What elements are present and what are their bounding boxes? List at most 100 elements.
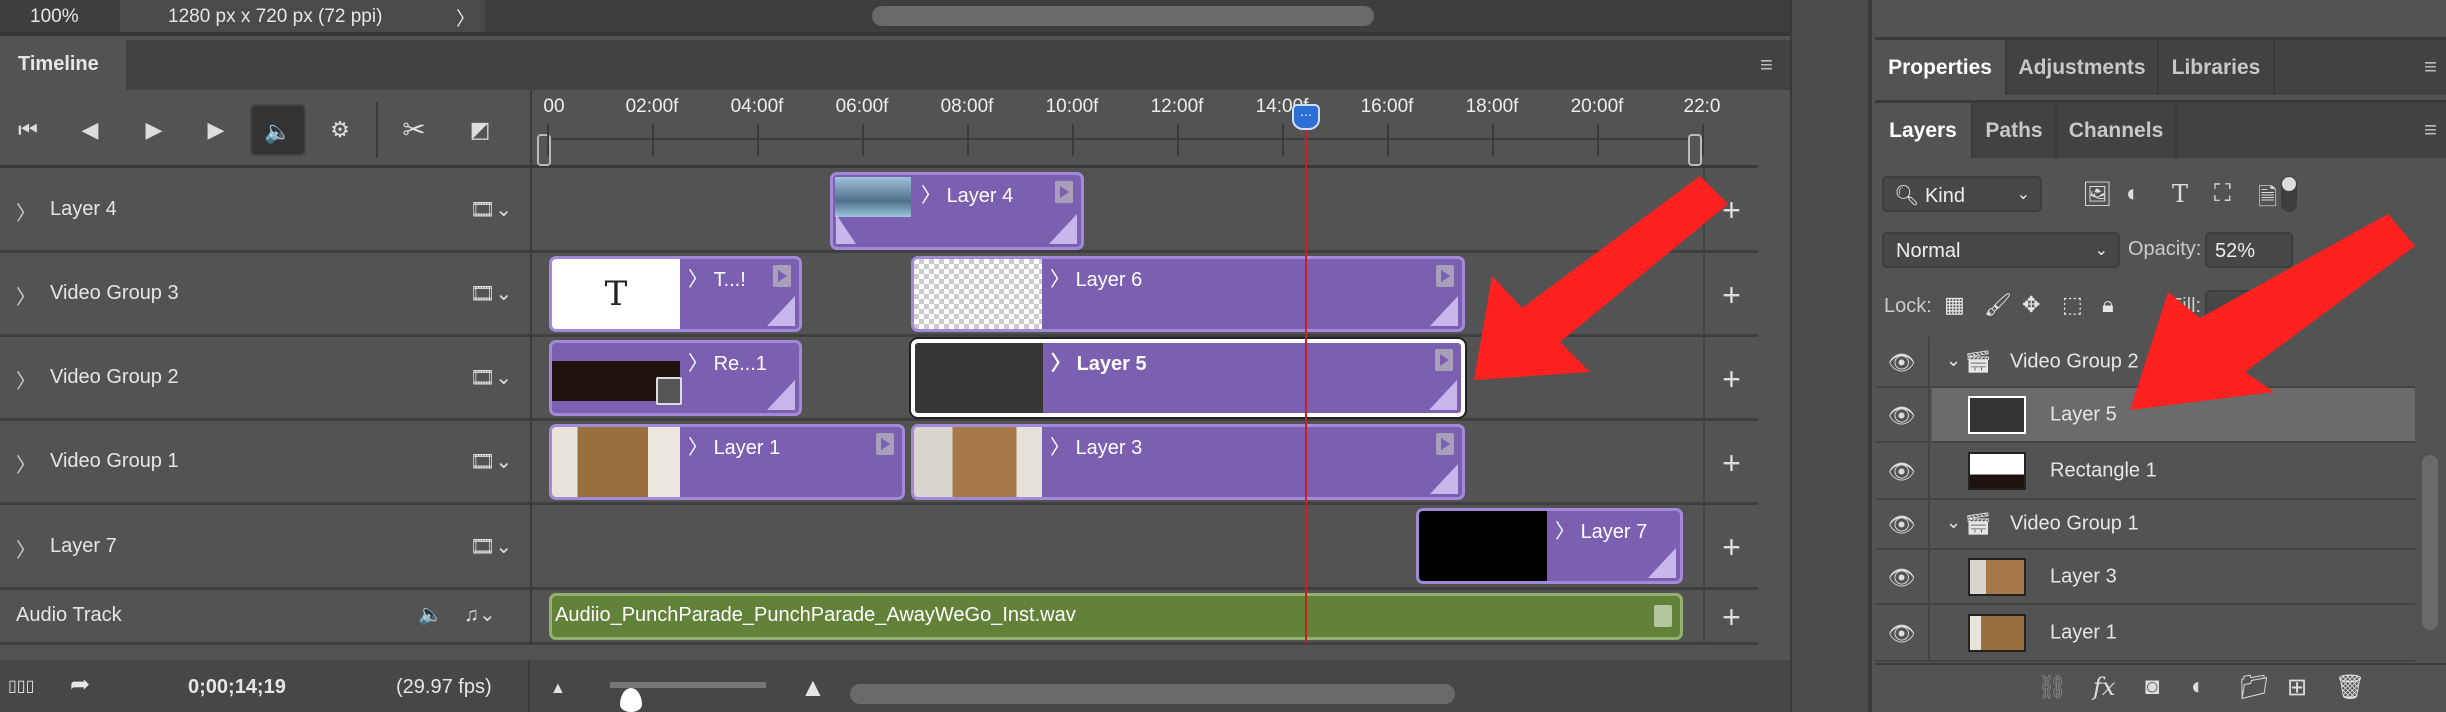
- layer-name[interactable]: Rectangle 1: [2050, 459, 2157, 482]
- visibility-eye-icon[interactable]: 👁︎: [1875, 443, 1930, 498]
- visibility-eye-icon[interactable]: 👁︎: [1875, 388, 1930, 441]
- panel-menu-icon[interactable]: ≡: [2424, 54, 2437, 80]
- layer-row-content[interactable]: ⌄ 🎬︎ Video Group 2: [1932, 337, 2415, 386]
- clip-layer-5-selected[interactable]: 〉 Layer 5: [911, 339, 1465, 417]
- layer-row[interactable]: 👁︎ Layer 1: [1875, 605, 2415, 662]
- layer-name[interactable]: Layer 5: [2050, 403, 2117, 426]
- clip-layer-4[interactable]: 〉 Layer 4: [830, 172, 1084, 250]
- film-icon[interactable]: 🎞︎⌄: [470, 534, 512, 559]
- add-media-plus-icon[interactable]: +: [1703, 505, 1758, 590]
- layers-scrollbar[interactable]: [2422, 455, 2438, 630]
- lock-transparency-icon[interactable]: ▦: [1944, 292, 1965, 318]
- clip-layer-1[interactable]: 〉 Layer 1: [549, 424, 905, 500]
- document-info[interactable]: 1280 px x 720 px (72 ppi) 〉: [120, 0, 485, 32]
- add-media-plus-icon[interactable]: +: [1703, 421, 1758, 505]
- clip-play-icon[interactable]: [773, 265, 791, 287]
- fade-out-handle[interactable]: [1430, 464, 1458, 494]
- layer-row[interactable]: 👁︎ Layer 5: [1875, 388, 2415, 443]
- music-note-icon[interactable]: ♫⌄: [464, 602, 496, 627]
- panel-menu-icon[interactable]: ≡: [2424, 117, 2437, 143]
- layer-row[interactable]: 👁︎ ⌄ 🎬︎ Video Group 1: [1875, 500, 2415, 550]
- add-media-plus-icon[interactable]: +: [1703, 168, 1758, 253]
- timeline-scrollbar[interactable]: [850, 684, 1455, 704]
- lock-artboard-icon[interactable]: ⬚: [2062, 292, 2083, 318]
- tab-properties[interactable]: Properties: [1875, 40, 2007, 95]
- shape-layer-filter-icon[interactable]: ⛶: [2214, 180, 2231, 208]
- split-scissors-icon[interactable]: ✂: [396, 112, 432, 148]
- collapse-chevron-icon[interactable]: ⌄: [1946, 350, 1961, 371]
- layer-row[interactable]: 👁︎ ⌄ 🎬︎ Video Group 2: [1875, 337, 2415, 388]
- zoom-slider-thumb[interactable]: [620, 688, 642, 712]
- collapse-chevron-icon[interactable]: ⌄: [1946, 512, 1961, 533]
- layer-name[interactable]: Layer 3: [2050, 565, 2117, 588]
- type-layer-filter-icon[interactable]: T: [2172, 180, 2188, 208]
- layer-name[interactable]: Video Group 2: [2010, 350, 2139, 373]
- delete-trash-icon[interactable]: 🗑︎: [2335, 673, 2365, 702]
- expand-chevron-icon[interactable]: 〉: [16, 534, 36, 563]
- previous-frame-icon[interactable]: ◀︎: [72, 112, 108, 148]
- expand-chevron-icon[interactable]: 〉: [16, 365, 36, 394]
- expand-chevron-icon[interactable]: 〉: [16, 197, 36, 226]
- fade-out-handle[interactable]: [1049, 214, 1077, 244]
- clip-play-icon[interactable]: [1055, 181, 1073, 203]
- track-lane[interactable]: [530, 168, 1703, 253]
- lock-all-icon[interactable]: 🔒︎: [2102, 292, 2114, 318]
- fill-input[interactable]: [2205, 290, 2293, 324]
- layer-mask-icon[interactable]: ◙: [2145, 673, 2160, 701]
- playhead-handle[interactable]: ⋯: [1292, 104, 1320, 130]
- clip-play-icon[interactable]: [1436, 433, 1454, 455]
- tab-paths[interactable]: Paths: [1973, 103, 2057, 158]
- clip-layer-6[interactable]: 〉 Layer 6: [911, 256, 1465, 332]
- clip-layer-7[interactable]: 〉 Layer 7: [1416, 508, 1683, 584]
- expand-chevron-icon[interactable]: 〉: [16, 449, 36, 478]
- zoom-slider-track[interactable]: [610, 682, 766, 688]
- tab-libraries[interactable]: Libraries: [2159, 40, 2275, 95]
- fx-icon[interactable]: fx: [2093, 673, 2115, 701]
- tab-channels[interactable]: Channels: [2057, 103, 2177, 158]
- blend-mode-dropdown[interactable]: Normal ⌄: [1882, 232, 2120, 268]
- play-icon[interactable]: ▶: [136, 112, 172, 148]
- clip-play-icon[interactable]: [1654, 605, 1672, 627]
- zoom-level[interactable]: 100%: [30, 6, 79, 28]
- clip-play-icon[interactable]: [1435, 349, 1453, 371]
- time-ruler[interactable]: 00 02:00f 04:00f 06:00f 08:00f 10:00f 12:00f 14…: [530, 90, 1758, 168]
- fade-out-handle[interactable]: [767, 380, 795, 410]
- fade-out-handle[interactable]: [767, 296, 795, 326]
- film-icon[interactable]: 🎞︎⌄: [470, 365, 512, 390]
- layer-row-content[interactable]: ⌄ 🎬︎ Video Group 1: [1932, 500, 2415, 548]
- visibility-eye-icon[interactable]: 👁︎: [1875, 500, 1930, 548]
- film-icon[interactable]: 🎞︎⌄: [470, 449, 512, 474]
- fade-out-handle[interactable]: [1429, 380, 1457, 410]
- chevron-right-icon[interactable]: 〉: [456, 4, 475, 31]
- audio-clip[interactable]: Audiio_PunchParade_PunchParade_AwayWeGo_…: [549, 593, 1683, 640]
- adjustment-layer-icon[interactable]: ◐: [2191, 673, 2206, 701]
- layer-row[interactable]: 👁︎ Layer 3: [1875, 550, 2415, 605]
- pixel-layer-filter-icon[interactable]: 🖼︎: [2082, 180, 2112, 209]
- layer-row-content[interactable]: Rectangle 1: [1932, 443, 2415, 498]
- tab-layers[interactable]: Layers: [1875, 103, 1973, 158]
- adjustment-layer-filter-icon[interactable]: ◐: [2126, 180, 2141, 208]
- layer-name[interactable]: Layer 1: [2050, 621, 2117, 644]
- filter-kind-dropdown[interactable]: 🔍︎ Kind ⌄: [1882, 176, 2042, 212]
- settings-gear-icon[interactable]: ⚙: [322, 112, 358, 148]
- next-frame-icon[interactable]: ▶︎: [198, 112, 234, 148]
- lock-pixels-brush-icon[interactable]: 🖌︎: [1984, 292, 2012, 318]
- new-group-folder-icon[interactable]: 📁︎: [2239, 673, 2269, 702]
- add-media-plus-icon[interactable]: +: [1703, 337, 1758, 421]
- fade-out-handle[interactable]: [1648, 548, 1676, 578]
- panel-menu-icon[interactable]: ≡: [1760, 52, 1773, 78]
- zoom-in-icon[interactable]: ▲: [800, 672, 826, 703]
- mute-audio-icon[interactable]: 🔈: [250, 104, 306, 156]
- visibility-eye-icon[interactable]: 👁︎: [1875, 550, 1930, 603]
- add-media-plus-icon[interactable]: +: [1703, 253, 1758, 337]
- visibility-eye-icon[interactable]: 👁︎: [1875, 605, 1930, 660]
- smart-object-filter-icon[interactable]: 🗎: [2258, 180, 2277, 221]
- fade-out-handle[interactable]: [1430, 296, 1458, 326]
- work-area-end-handle[interactable]: [1688, 134, 1702, 166]
- new-layer-icon[interactable]: ⊞: [2287, 673, 2307, 702]
- layer-row-content[interactable]: Layer 5: [1932, 388, 2415, 441]
- opacity-input[interactable]: 52%: [2205, 232, 2293, 268]
- lock-position-icon[interactable]: ✥: [2022, 292, 2040, 318]
- audio-mute-icon[interactable]: 🔈: [418, 602, 443, 627]
- go-to-first-frame-icon[interactable]: ⏮: [10, 112, 46, 148]
